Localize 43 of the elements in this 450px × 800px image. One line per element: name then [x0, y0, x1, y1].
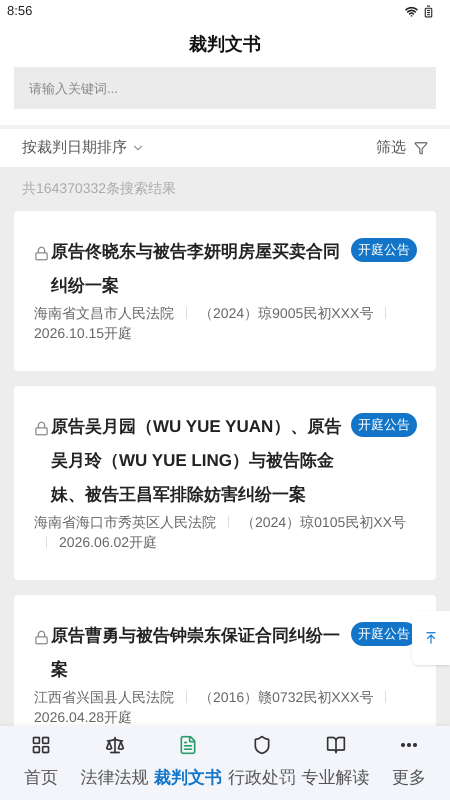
- shield-icon: [252, 735, 272, 756]
- search-field[interactable]: 请输入关键词...: [14, 67, 436, 109]
- lock-icon: [34, 421, 49, 436]
- nav-tab[interactable]: 行政处罚: [225, 735, 299, 791]
- notice-badge: 开庭公告: [351, 413, 417, 436]
- case-title: 原告曹勇与被告钟崇东保证合同纠纷一案: [51, 625, 341, 681]
- more-icon: [401, 743, 418, 748]
- case-card[interactable]: 原告曹勇与被告钟崇东保证合同纠纷一案 开庭公告 江西省兴国县人民法院 （2016）赣0732民初XXX号 2026.04.28开庭: [14, 595, 436, 726]
- battery-icon: [422, 4, 435, 18]
- book-icon: [326, 735, 346, 756]
- nav-tab[interactable]: 法律法规: [78, 735, 152, 791]
- case-card[interactable]: 原告佟晓东与被告李妍明房屋买卖合同纠纷一案 开庭公告 海南省文昌市人民法院 （2024）琼9005民初XXX号 2026.10.15开庭: [14, 211, 436, 371]
- case-card[interactable]: 原告吴月园（WU YUE YUAN）、原告吴月玲（WU YUE LING）与被告陈金妹、被告王昌军排除妨害纠纷一案 开庭公告 海南省海口市秀英区人民法院 （2024）琼0105民初XX号 2026.06.02开庭: [14, 386, 436, 580]
- status-time: 8:56: [7, 2, 32, 20]
- nav-tab[interactable]: 裁判文书: [151, 735, 226, 791]
- nav-tab[interactable]: 首页: [4, 735, 78, 791]
- nav-tab[interactable]: 更多: [372, 735, 446, 791]
- case-meta: 海南省文昌市人民法院: [34, 304, 174, 323]
- case-meta: （2024）琼9005民初XXX号: [199, 304, 374, 323]
- case-meta: 2026.06.02开庭: [59, 533, 158, 552]
- case-title: 原告吴月园（WU YUE YUAN）、原告吴月玲（WU YUE LING）与被告陈金妹、被告王昌军排除妨害纠纷一案: [51, 416, 342, 506]
- notice-badge: 开庭公告: [351, 238, 417, 262]
- arrow-up-icon: [424, 631, 438, 645]
- filter-icon: [414, 141, 428, 155]
- scroll-top-button[interactable]: [412, 611, 450, 665]
- case-meta: 2026.04.28开庭: [34, 708, 132, 726]
- page-title: 裁判文书: [189, 33, 261, 56]
- nav-tab[interactable]: 专业解读: [298, 735, 372, 791]
- lock-icon: [34, 630, 49, 645]
- lock-icon: [34, 246, 49, 261]
- result-count: 共164370332条搜索结果: [22, 180, 176, 196]
- grid-icon: [30, 735, 51, 756]
- case-meta: 海南省海口市秀英区人民法院: [34, 513, 216, 532]
- document-icon: [178, 735, 198, 756]
- scale-icon: [104, 735, 124, 756]
- case-meta: （2024）琼0105民初XX号: [241, 513, 406, 532]
- case-meta: 2026.10.15开庭: [34, 324, 132, 343]
- case-title: 原告佟晓东与被告李妍明房屋买卖合同纠纷一案: [51, 241, 341, 297]
- filter-button[interactable]: 筛选: [376, 136, 428, 160]
- sort-dropdown[interactable]: 按裁判日期排序: [22, 136, 145, 160]
- wifi-icon: [405, 4, 418, 18]
- case-meta: 江西省兴国县人民法院: [34, 688, 174, 707]
- case-meta: （2016）赣0732民初XXX号: [199, 688, 374, 707]
